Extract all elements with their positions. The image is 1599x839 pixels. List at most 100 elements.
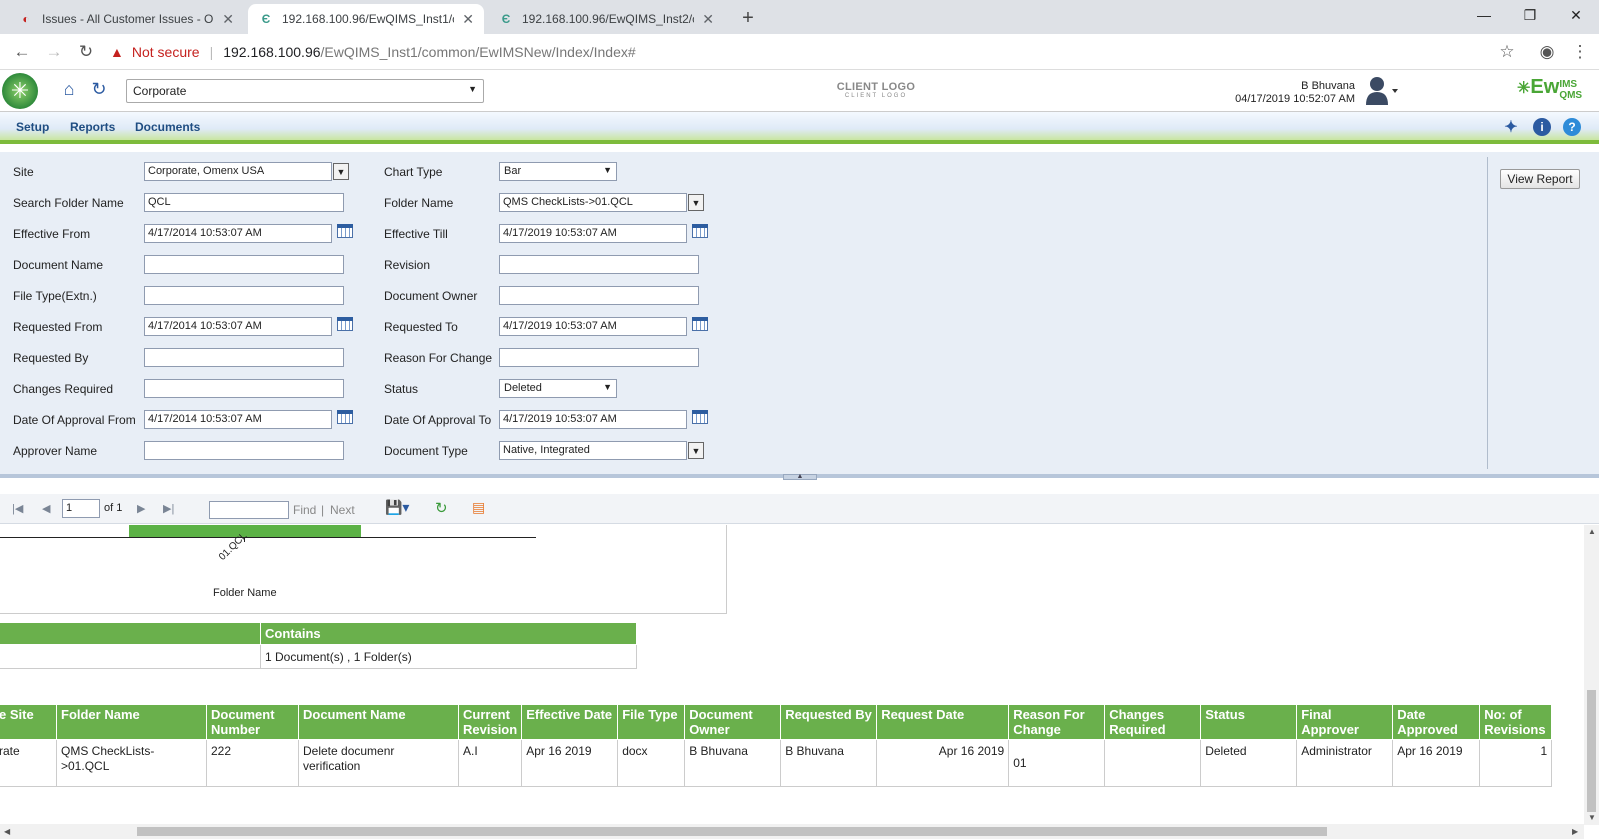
reason-for-change-input[interactable] [499,348,699,367]
chart-type-select[interactable]: Bar ▼ [499,162,617,181]
scroll-down-icon[interactable]: ▼ [1588,813,1596,822]
changes-required-input[interactable] [144,379,344,398]
calendar-icon[interactable] [692,410,708,424]
menu-reports[interactable]: Reports [70,120,115,134]
bar-chart: 01.QCL Folder Name [0,525,727,614]
browser-tab-issues[interactable]: ◐ Issues - All Customer Issues - OM ✕ [8,4,244,34]
export-save-icon[interactable]: 💾▾ [385,499,409,516]
approval-from-input[interactable]: 4/17/2014 10:53:07 AM [144,410,332,429]
chevron-down-icon[interactable]: ▼ [333,163,349,180]
page-number-input[interactable]: 1 [62,499,100,518]
minimize-icon[interactable]: — [1461,0,1507,30]
effective-from-input[interactable]: 4/17/2014 10:53:07 AM [144,224,332,243]
requested-by-input[interactable] [144,348,344,367]
close-tab-icon[interactable]: ✕ [462,11,474,28]
info-icon[interactable]: i [1533,118,1551,136]
chevron-down-icon[interactable]: ▼ [688,442,704,459]
browser-tab-inst1[interactable]: Є 192.168.100.96/EwQIMS_Inst1/co ✕ [248,4,484,34]
vertical-scrollbar[interactable]: ▲ ▼ [1584,525,1599,825]
summary-table: Contains 1 Document(s) , 1 Folder(s) [0,622,637,669]
table-cell: Apr 16 2019 [521,739,619,787]
forward-arrow-icon[interactable]: → [42,40,66,64]
browser-menu-icon[interactable]: ⋮ [1568,40,1592,64]
next-page-icon[interactable]: ▶ [137,502,145,515]
approval-from-label: Date Of Approval From [13,413,136,427]
browser-tab-inst2[interactable]: Є 192.168.100.96/EwQIMS_Inst2/co ✕ [488,4,724,34]
brand-logo: ✳Ew IMS QMS [1517,76,1583,101]
find-input[interactable] [209,501,289,519]
site-multiselect[interactable]: Corporate, Omenx USA [144,162,332,181]
scroll-left-icon[interactable]: ◀ [4,827,10,836]
scroll-right-icon[interactable]: ▶ [1572,827,1578,836]
url-bar[interactable]: ▲ Not secure | 192.168.100.96/EwQIMS_Ins… [110,39,1490,65]
document-owner-input[interactable] [499,286,699,305]
restore-icon[interactable]: ❐ [1507,0,1553,30]
column-header: Date Approved [1392,704,1481,740]
table-cell: Apr 16 2019 [1392,739,1481,787]
folder-name-select[interactable]: QMS CheckLists->01.QCL [499,193,687,212]
menu-documents[interactable]: Documents [135,120,200,134]
report-filter-panel: Site Corporate, Omenx USA ▼ Chart Type B… [0,152,1599,478]
user-avatar-icon[interactable] [1365,75,1398,105]
find-link[interactable]: Find [293,503,316,517]
effective-till-input[interactable]: 4/17/2019 10:53:07 AM [499,224,687,243]
horizontal-scrollbar[interactable]: ◀ ▶ [0,824,1584,839]
table-cell: Delete documenr verification [298,739,459,787]
close-tab-icon[interactable]: ✕ [222,11,234,28]
horizontal-scroll-thumb[interactable] [137,827,1327,836]
warning-icon: ▲ [110,44,124,60]
previous-page-icon[interactable]: ◀ [42,502,50,515]
site-dropdown[interactable]: Corporate ▼ [126,79,484,103]
back-arrow-icon[interactable]: ← [10,40,34,64]
collapse-panel-handle[interactable]: ▲ [783,473,817,480]
approver-name-label: Approver Name [13,444,98,458]
calendar-icon[interactable] [337,317,353,331]
print-layout-icon[interactable]: ▤ [472,499,485,516]
scroll-up-icon[interactable]: ▲ [1588,527,1596,536]
find-next-link[interactable]: Next [330,503,355,517]
browser-tab-bar: ◐ Issues - All Customer Issues - OM ✕ Є … [0,0,1599,34]
document-type-select[interactable]: Native, Integrated [499,441,687,460]
search-folder-input[interactable]: QCL [144,193,344,212]
menu-setup[interactable]: Setup [16,120,49,134]
first-page-icon[interactable]: |◀ [12,502,23,515]
app-logo-icon[interactable]: ✳ [2,73,38,109]
requested-from-input[interactable]: 4/17/2014 10:53:07 AM [144,317,332,336]
security-label: Not secure [131,44,200,60]
calendar-icon[interactable] [337,410,353,424]
calendar-icon[interactable] [692,224,708,238]
requested-to-input[interactable]: 4/17/2019 10:53:07 AM [499,317,687,336]
effective-from-label: Effective From [13,227,91,241]
file-type-input[interactable] [144,286,344,305]
vertical-scroll-thumb[interactable] [1587,690,1596,812]
calendar-icon[interactable] [337,224,353,238]
pin-icon[interactable]: ✦ [1502,118,1520,136]
column-header: Reason For Change [1008,704,1106,740]
approver-name-input[interactable] [144,441,344,460]
close-tab-icon[interactable]: ✕ [702,11,714,28]
approval-to-input[interactable]: 4/17/2019 10:53:07 AM [499,410,687,429]
document-name-input[interactable] [144,255,344,274]
summary-header-blank [0,622,261,645]
new-tab-button[interactable]: + [734,4,762,32]
calendar-icon[interactable] [692,317,708,331]
revision-label: Revision [384,258,431,272]
status-label: Status [384,382,419,396]
refresh-icon[interactable]: ↻ [88,78,110,100]
requested-by-label: Requested By [13,351,89,365]
profile-icon[interactable]: ◉ [1535,40,1559,64]
table-cell: Deleted [1200,739,1298,787]
revision-input[interactable] [499,255,699,274]
table-cell: QMS CheckLists->01.QCL [56,739,207,787]
home-icon[interactable]: ⌂ [58,78,80,100]
refresh-report-icon[interactable]: ↻ [435,499,448,517]
status-select[interactable]: Deleted ▼ [499,379,617,398]
help-icon[interactable]: ? [1563,118,1581,136]
chevron-down-icon[interactable]: ▼ [688,194,704,211]
last-page-icon[interactable]: ▶| [163,502,174,515]
close-window-icon[interactable]: ✕ [1553,0,1599,30]
bookmark-star-icon[interactable]: ☆ [1495,40,1519,64]
report-viewer-toolbar: |◀ ◀ 1 of 1 ▶ ▶| Find | Next 💾▾ ↻ ▤ [0,494,1599,524]
reload-icon[interactable]: ↻ [74,40,98,64]
view-report-button[interactable]: View Report [1500,169,1580,189]
